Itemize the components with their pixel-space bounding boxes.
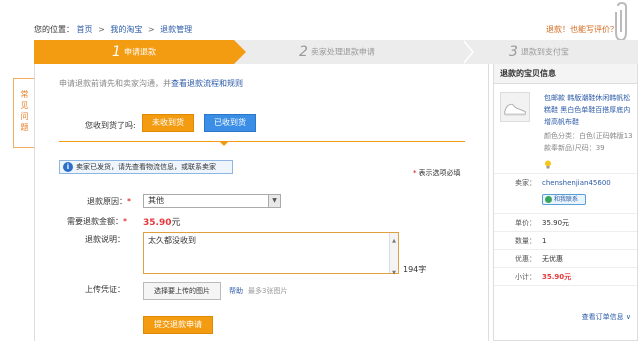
breadcrumb-prefix: 您的位置： <box>34 25 74 34</box>
info-text: 卖家已发货，请先查看物流信息，或联系卖家 <box>76 163 216 171</box>
step-refund-to-alipay: 3 退款到支付宝 <box>509 40 569 64</box>
step-apply-refund: 1 申请退款 <box>34 40 234 64</box>
submit-refund-button[interactable]: 提交退款申请 <box>143 316 213 334</box>
amount-label-text: 需要退款金额： <box>67 217 123 226</box>
breadcrumb-home-link[interactable]: 首页 <box>77 25 93 34</box>
not-received-button[interactable]: 未收到货 <box>142 114 194 132</box>
breadcrumb-separator: > <box>147 25 155 34</box>
step-label: 卖家处理退款申请 <box>310 47 375 57</box>
refund-description-value: 太久都没收到 <box>148 236 196 245</box>
seller-row: 卖家： chenshenjian45600 和我联系 <box>494 174 637 214</box>
quantity-label: 数量： <box>515 237 536 245</box>
received-question: 您收到货了吗: <box>85 121 136 130</box>
step-label: 退款到支付宝 <box>520 47 569 57</box>
lightbulb-icon <box>545 160 551 169</box>
discount-row: 优惠： 无优惠 <box>494 250 637 268</box>
reason-select-value: 其他 <box>148 196 164 205</box>
step-seller-process: 2 卖家处理退款申请 <box>299 40 375 64</box>
product-attributes: 颜色分类：白色(正码韩版13款奉新品)尺码：39 <box>544 132 633 152</box>
step-number: 1 <box>112 44 121 60</box>
breadcrumb-refund-link[interactable]: 退款管理 <box>160 25 192 34</box>
view-order-info-link[interactable]: 查看订单信息 ∨ <box>582 312 631 322</box>
step-number: 2 <box>299 44 308 60</box>
divider-arrow-icon <box>219 141 229 146</box>
faq-tab[interactable]: 常见问题 <box>13 78 35 148</box>
step-arrow <box>234 40 246 64</box>
breadcrumb-separator: > <box>98 25 105 34</box>
upload-label: 上传凭证： <box>85 285 125 294</box>
desc-label: 退款说明： <box>85 234 125 245</box>
step-divider <box>462 40 472 64</box>
panel-title: 退款的宝贝信息 <box>494 64 637 84</box>
required-note: * 表示选项必填 <box>413 168 461 178</box>
received-button[interactable]: 已收到货 <box>204 114 256 132</box>
progress-steps: 1 申请退款 2 卖家处理退款申请 3 退款到支付宝 <box>34 40 638 64</box>
seller-label: 卖家： <box>515 179 536 187</box>
required-star-icon: * <box>413 169 417 177</box>
unit-price-label: 单价： <box>515 219 536 227</box>
refund-rules-link[interactable]: 查看退款流程和规则 <box>171 79 243 88</box>
quantity-row: 数量： 1 <box>494 232 637 250</box>
unit-price-row: 单价： 35.90元 <box>494 214 637 232</box>
review-refund-link[interactable]: 退款！也能写评价？ <box>546 24 618 35</box>
quantity-value: 1 <box>542 237 547 245</box>
subtotal-value: 35.90元 <box>542 273 572 281</box>
contact-seller-label: 和我联系 <box>554 196 579 203</box>
product-thumbnail[interactable] <box>500 92 530 122</box>
notice-text: 申请退款前请先和卖家沟通，并 <box>59 79 171 88</box>
desc-label-text: 退款说明： <box>85 235 125 244</box>
refund-amount-value: 35.90 <box>143 218 172 228</box>
section-divider <box>59 141 465 142</box>
product-summary: 包邮款 韩版潮鞋休闲韩帆松糕鞋 黑白色单鞋百搭厚底内增高帆布鞋 颜色分类：白色(… <box>494 84 637 174</box>
shoe-icon <box>504 103 526 116</box>
unit-price-value: 35.90元 <box>542 219 570 227</box>
reason-label-text: 退款原因： <box>87 197 127 206</box>
refund-notice: 申请退款前请先和卖家沟通，并查看退款流程和规则 <box>59 78 243 89</box>
discount-label: 优惠： <box>515 255 536 263</box>
reason-select[interactable]: 其他 ▼ <box>143 194 281 208</box>
step-label: 申请退款 <box>123 47 156 57</box>
contact-seller-button[interactable]: 和我联系 <box>542 194 586 205</box>
refund-form: 申请退款前请先和卖家沟通，并查看退款流程和规则 您收到货了吗: 未收到货 已收到… <box>34 64 489 341</box>
help-link[interactable]: 帮助 <box>229 286 243 296</box>
shipping-info-notice: i 卖家已发货，请先查看物流信息，或联系卖家 <box>59 160 233 174</box>
discount-value: 无优惠 <box>542 255 563 263</box>
refund-amount-unit: 元 <box>171 218 181 228</box>
faq-label: 常见问题 <box>20 90 29 132</box>
reason-label: 退款原因：* <box>87 196 131 207</box>
required-star-icon: * <box>127 197 131 206</box>
step-number: 3 <box>509 44 518 60</box>
choose-image-button[interactable]: 选择要上传的图片 <box>143 282 221 300</box>
char-count: 194字 <box>403 265 427 274</box>
subtotal-label: 小计： <box>515 273 536 281</box>
wangwang-icon <box>545 196 552 203</box>
textarea-scrollbar[interactable]: ▲ ▼ <box>389 233 398 276</box>
info-icon: i <box>63 162 73 172</box>
chevron-down-icon[interactable]: ▼ <box>268 195 280 207</box>
subtotal-row: 小计： 35.90元 <box>494 268 637 286</box>
breadcrumb-mytaobao-link[interactable]: 我的淘宝 <box>110 25 142 34</box>
product-info-panel: 退款的宝贝信息 包邮款 韩版潮鞋休闲韩帆松糕鞋 黑白色单鞋百搭厚底内增高帆布鞋 … <box>493 64 638 341</box>
seller-name-link[interactable]: chenshenjian45600 <box>542 176 611 190</box>
breadcrumb: 您的位置： 首页 > 我的淘宝 > 退款管理 <box>34 24 192 35</box>
required-star-icon: * <box>123 217 127 226</box>
product-name-link[interactable]: 包邮款 韩版潮鞋休闲韩帆松糕鞋 黑白色单鞋百搭厚底内增高帆布鞋 <box>544 92 634 128</box>
refund-description-textarea[interactable]: 太久都没收到 ▲ ▼ <box>143 232 399 276</box>
required-note-text: 表示选项必填 <box>418 169 461 177</box>
amount-label: 需要退款金额：* <box>67 216 127 227</box>
refund-amount: 35.90元 <box>143 215 180 228</box>
upload-hint: 最多3张图片 <box>248 287 288 295</box>
